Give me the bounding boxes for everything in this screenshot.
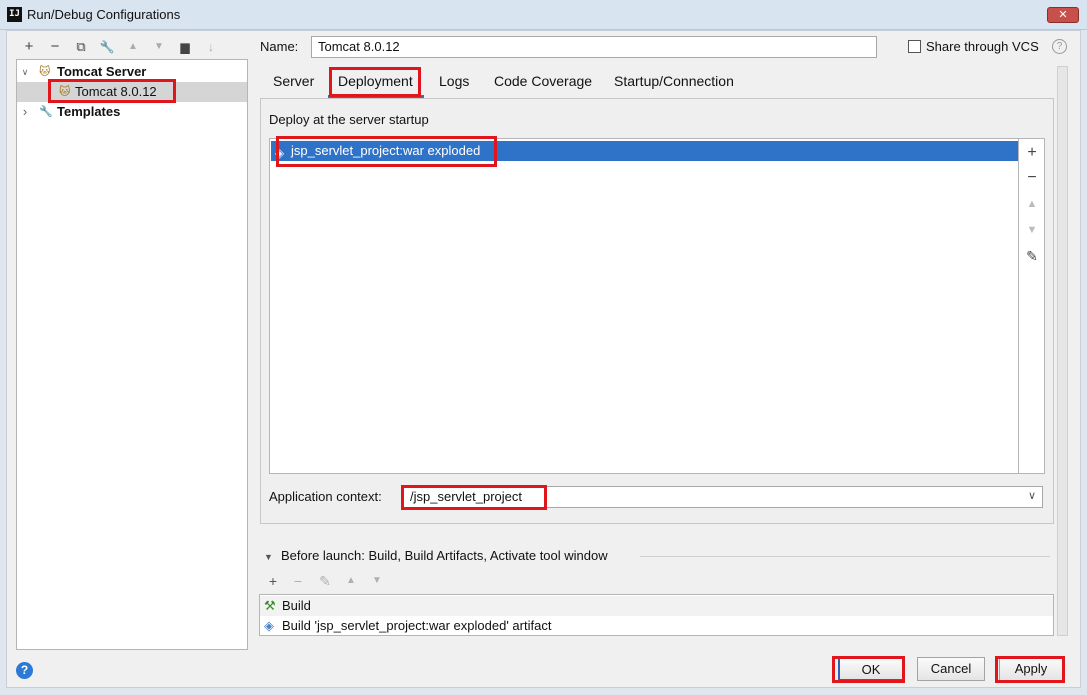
arrow-up-icon[interactable]: ▲ [124, 38, 142, 56]
window-title: Run/Debug Configurations [27, 7, 181, 22]
title-bar: IJ Run/Debug Configurations ✕ [0, 0, 1087, 30]
config-toolbar: + − ⧉ 🔧 ▲ ▼ ▆ ↓ [16, 36, 246, 58]
add-artifact-button[interactable]: + [1019, 141, 1045, 165]
copy-icon[interactable]: ⧉ [72, 38, 90, 56]
name-label: Name: [260, 39, 299, 54]
tree-item-templates[interactable]: › 🔧 Templates [17, 102, 247, 122]
chevron-down-icon[interactable]: ∨ [1028, 489, 1036, 502]
expand-arrow-icon[interactable]: ∨ [19, 62, 31, 82]
arrow-down-icon[interactable]: ▼ [368, 571, 386, 591]
scrollbar[interactable] [1057, 66, 1068, 636]
divider [640, 556, 1050, 557]
annotation-highlight [329, 67, 421, 97]
move-up-button[interactable]: ▲ [1019, 192, 1045, 216]
task-label: Build [282, 598, 311, 613]
annotation-highlight [832, 656, 905, 683]
name-input[interactable]: Tomcat 8.0.12 [311, 36, 877, 58]
annotation-highlight [276, 136, 497, 167]
tree-item-label: Templates [57, 104, 121, 119]
before-launch-list: ⚒ Build ◈ Build 'jsp_servlet_project:war… [259, 594, 1054, 636]
tab-logs[interactable]: Logs [439, 73, 469, 89]
help-button[interactable]: ? [16, 662, 33, 679]
help-icon[interactable]: ? [1052, 39, 1067, 54]
intellij-icon: IJ [7, 7, 22, 22]
arrow-up-icon[interactable]: ▲ [342, 571, 360, 591]
sort-icon[interactable]: ↓ [202, 38, 220, 56]
tab-startup-connection[interactable]: Startup/Connection [614, 73, 734, 89]
share-vcs-label[interactable]: Share through VCS [926, 39, 1039, 54]
list-item[interactable]: ⚒ Build [260, 596, 1053, 616]
wrench-icon[interactable]: 🔧 [98, 38, 116, 56]
hammer-icon: ⚒ [264, 598, 276, 613]
remove-artifact-button[interactable]: − [1019, 166, 1045, 190]
artifact-list: ◈ jsp_servlet_project:war exploded [269, 138, 1019, 474]
cancel-button[interactable]: Cancel [917, 657, 985, 681]
move-down-button[interactable]: ▼ [1019, 218, 1045, 242]
context-label: Application context: [269, 489, 382, 504]
annotation-highlight [995, 656, 1065, 683]
annotation-highlight [48, 79, 176, 103]
before-launch-label[interactable]: Before launch: Build, Build Artifacts, A… [281, 548, 608, 563]
plus-icon[interactable]: + [264, 571, 282, 591]
minus-icon[interactable]: − [46, 38, 64, 56]
wrench-icon: 🔧 [39, 106, 53, 118]
edit-icon[interactable]: ✎ [316, 571, 334, 591]
share-vcs-checkbox[interactable] [908, 40, 921, 53]
arrow-down-icon[interactable]: ▼ [150, 38, 168, 56]
collapse-arrow-icon[interactable]: › [19, 102, 31, 122]
close-button[interactable]: ✕ [1047, 7, 1079, 23]
minus-icon[interactable]: − [289, 571, 307, 591]
plus-icon[interactable]: + [20, 38, 38, 56]
collapse-triangle-icon[interactable]: ▼ [264, 552, 273, 562]
list-item[interactable]: ◈ Build 'jsp_servlet_project:war explode… [260, 616, 1053, 636]
config-tree: ∨ 🐱 Tomcat Server 🐱 Tomcat 8.0.12 › 🔧 Te… [16, 59, 248, 650]
task-label: Build 'jsp_servlet_project:war exploded'… [282, 618, 552, 633]
tab-server[interactable]: Server [273, 73, 314, 89]
deploy-section-label: Deploy at the server startup [269, 112, 429, 127]
artifact-list-toolbar: + − ▲ ▼ ✎ [1019, 138, 1045, 474]
annotation-highlight [401, 485, 547, 510]
artifact-icon: ◈ [264, 618, 274, 633]
edit-artifact-button[interactable]: ✎ [1019, 244, 1045, 268]
folder-icon[interactable]: ▆ [176, 38, 194, 56]
tab-code-coverage[interactable]: Code Coverage [494, 73, 592, 89]
